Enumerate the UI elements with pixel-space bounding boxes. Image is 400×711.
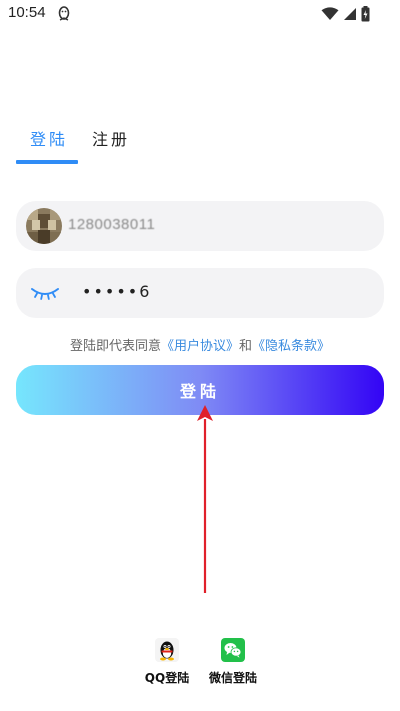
battery-icon xyxy=(361,6,370,22)
auth-tabs: 登陆 注册 xyxy=(16,124,216,166)
avatar xyxy=(26,208,62,244)
phone-field[interactable]: 1280038011 xyxy=(16,201,384,251)
tab-register[interactable]: 注册 xyxy=(92,126,130,150)
annotation-arrow xyxy=(197,405,213,593)
eye-closed-icon[interactable] xyxy=(30,285,60,301)
login-button-label: 登陆 xyxy=(179,382,220,401)
agreement-text: 登陆即代表同意《用户协议》和《隐私条款》 xyxy=(0,335,400,354)
status-time: 10:54 xyxy=(8,4,46,21)
user-agreement-link[interactable]: 《用户协议》 xyxy=(161,339,239,354)
status-indicators xyxy=(321,5,370,23)
password-input[interactable]: •••••6 xyxy=(82,282,151,301)
agreement-conjunction: 和 xyxy=(239,339,253,354)
qq-login-button[interactable]: QQ登陆 xyxy=(135,637,199,686)
signal-icon xyxy=(344,8,356,20)
active-tab-indicator xyxy=(16,160,78,164)
qq-penguin-icon xyxy=(155,638,179,662)
social-login: QQ登陆 微信登陆 xyxy=(0,637,400,697)
wechat-icon xyxy=(221,638,245,662)
privacy-policy-link[interactable]: 《隐私条款》 xyxy=(252,339,330,354)
password-field[interactable]: •••••6 xyxy=(16,268,384,318)
status-bar: 10:54 xyxy=(0,0,400,28)
wechat-login-button[interactable]: 微信登陆 xyxy=(201,637,265,686)
app-notification-icon xyxy=(58,6,70,21)
qq-login-label: QQ登陆 xyxy=(144,671,190,685)
wechat-login-label: 微信登陆 xyxy=(208,671,257,685)
wifi-icon xyxy=(321,7,339,20)
tab-login[interactable]: 登陆 xyxy=(30,126,68,150)
agreement-prefix: 登陆即代表同意 xyxy=(69,339,161,354)
phone-input[interactable]: 1280038011 xyxy=(68,216,155,233)
